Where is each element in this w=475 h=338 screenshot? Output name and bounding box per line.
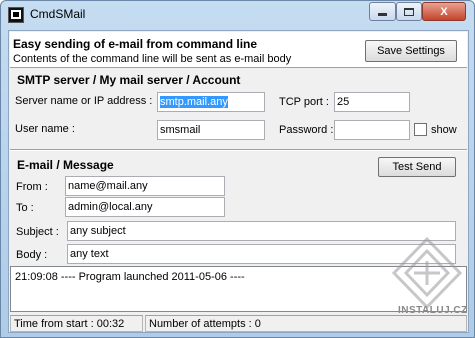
- app-terminal-icon[interactable]: [8, 7, 24, 23]
- log-line: 21:09:08 ---- Program launched 2011-05-0…: [15, 271, 245, 283]
- status-time-from-start: Time from start : 00:32: [10, 315, 143, 332]
- show-password-checkbox[interactable]: [414, 123, 427, 136]
- close-button[interactable]: X: [422, 2, 466, 21]
- body-label: Body :: [16, 249, 48, 261]
- app-window: CmdSMail X Easy sending of e-mail from c…: [0, 0, 475, 338]
- window-title: CmdSMail: [30, 7, 86, 21]
- maximize-icon: [404, 7, 414, 16]
- app-headline: Easy sending of e-mail from command line: [13, 37, 258, 51]
- header-panel: Easy sending of e-mail from command line…: [10, 32, 467, 68]
- server-input-value: smtp.mail.any: [160, 96, 228, 108]
- password-label: Password :: [279, 124, 334, 136]
- user-name-label: User name :: [15, 123, 75, 135]
- user-name-input[interactable]: smsmail: [157, 120, 265, 140]
- test-send-button[interactable]: Test Send: [378, 157, 456, 177]
- save-settings-button[interactable]: Save Settings: [365, 40, 457, 62]
- server-input[interactable]: smtp.mail.any: [157, 92, 265, 112]
- from-label: From :: [16, 181, 48, 193]
- smtp-section-title: SMTP server / My mail server / Account: [17, 73, 241, 87]
- app-description: Contents of the command line will be sen…: [13, 53, 292, 65]
- close-icon: X: [440, 5, 448, 18]
- message-section-title: E-mail / Message: [17, 158, 114, 172]
- watermark-text: INSTALUJ.CZ: [398, 305, 468, 316]
- title-bar[interactable]: CmdSMail X: [1, 1, 474, 29]
- tcp-port-input[interactable]: 25: [334, 92, 410, 112]
- to-input[interactable]: admin@local.any: [65, 197, 225, 217]
- section-divider: [10, 149, 467, 151]
- password-input[interactable]: [334, 120, 410, 140]
- show-password-label: show: [431, 124, 457, 136]
- server-label: Server name or IP address :: [15, 95, 153, 107]
- tcp-port-label: TCP port :: [279, 96, 329, 108]
- subject-label: Subject :: [16, 226, 59, 238]
- maximize-button[interactable]: [396, 2, 422, 21]
- minimize-button[interactable]: [369, 2, 396, 21]
- from-input[interactable]: name@mail.any: [65, 176, 225, 196]
- minimize-icon: [378, 13, 387, 16]
- to-label: To :: [16, 202, 34, 214]
